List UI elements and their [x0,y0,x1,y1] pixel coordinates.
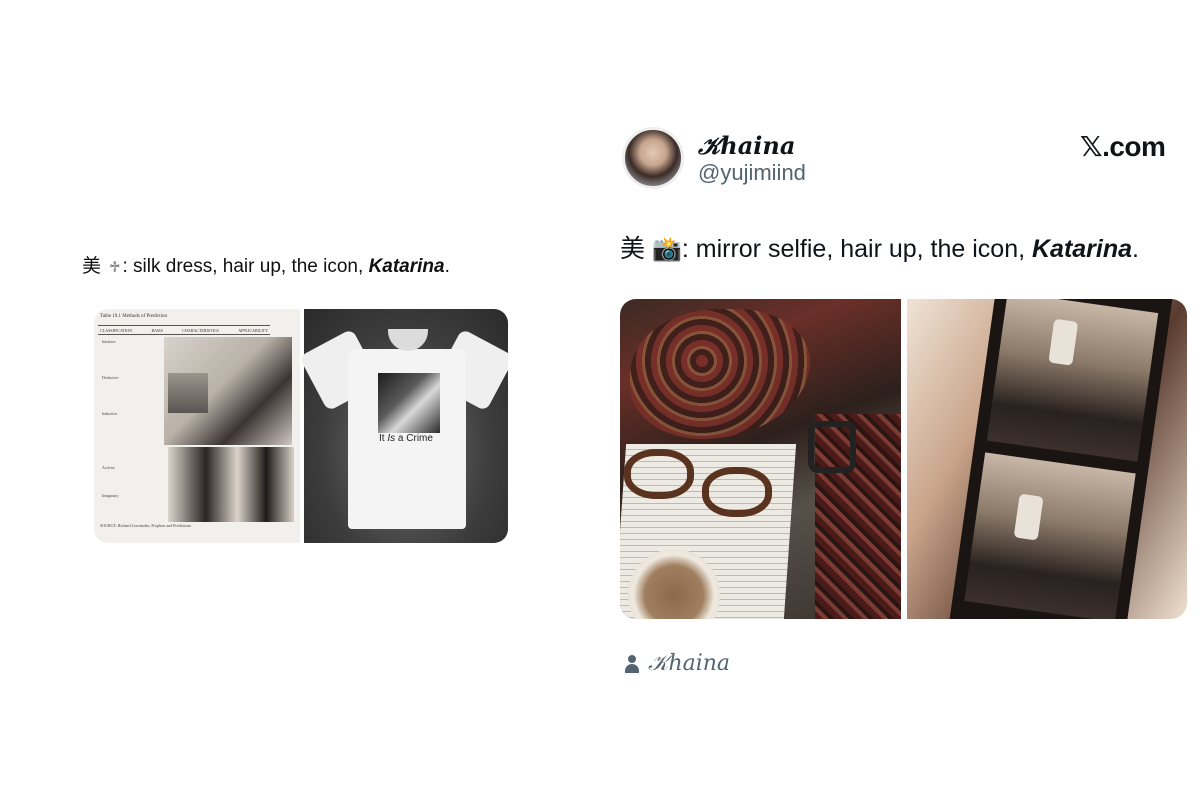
small-photo [168,373,208,413]
camera-emoji-icon: 📸 [651,235,682,263]
doc-header-cell: BASIS [151,327,163,333]
document-image[interactable]: Table 19.1 Methods of Prediction CLASSIF… [94,309,300,543]
phone-shape [1013,493,1044,541]
phone-shape [1048,318,1079,366]
tweet-suffix: . [1132,235,1139,263]
doc-table-title: Table 19.1 Methods of Prediction [100,314,167,319]
film-frame [964,452,1136,619]
doc-header-cell: CLASSIFICATION [100,327,133,333]
doc-row-label: Inductive [102,411,118,416]
avatar[interactable] [622,127,684,189]
doc-row-label: Intuitive [102,339,116,344]
tweet-emphasis: Katarina [1032,235,1133,263]
doc-table-header: CLASSIFICATION BASIS CHARACTERISTICS APP… [98,325,270,335]
hair-clip [808,421,856,473]
shirt-text-after: a Crime [395,433,433,444]
tshirt-image[interactable]: It Is a Crime [298,309,508,543]
film-frame [986,299,1159,462]
glasses-lens-left [624,449,694,499]
cross-symbol-icon: ♱ [109,258,121,276]
film-strip [948,299,1174,619]
shirt-collar [388,329,428,351]
doc-source-note: SOURCE: Richard Lewinsohn, Prophets and … [100,523,192,528]
caption-suffix: . [444,256,450,277]
doc-row-label: Activist [102,465,115,470]
user-icon [624,654,640,673]
doc-row-label: Imaginary [102,493,119,498]
caption-emphasis: Katarina [368,256,445,277]
doc-header-cell: APPLICABILITY [238,327,268,333]
caption-text: : silk dress, hair up, the icon, [122,256,369,277]
left-media-grid[interactable]: Table 19.1 Methods of Prediction CLASSIF… [94,309,508,543]
paisley-scarf [630,309,810,439]
x-brand-logo: 𝕏.com [1080,130,1166,163]
caption-kanji: 美 [82,255,102,277]
shirt-text-italic: Is [387,433,396,444]
doc-header-cell: CHARACTERISTICS [182,327,219,333]
glasses-lens-right [702,467,772,517]
doc-row-label: Deductive [102,375,119,380]
footer-user[interactable]: 𝒦haina [624,651,730,676]
tweet-media-grid[interactable] [620,299,1187,619]
photobooth-strip-photo[interactable] [907,299,1187,619]
footer-user-name: 𝒦haina [648,651,731,676]
shirt-print-text: It Is a Crime [304,433,508,444]
tweet-text: 美 📸: mirror selfie, hair up, the icon, K… [620,232,1139,266]
left-caption: 美 ♱: silk dress, hair up, the icon, Katar… [82,253,450,280]
shirt-print-photo [378,373,440,433]
x-logo-suffix: .com [1102,131,1166,162]
author-handle[interactable]: @yujimiind [698,160,806,186]
display-name-text: 𝒦haina [698,131,796,160]
tweet-kanji: 美 [620,234,646,263]
x-logo-icon: 𝕏 [1080,130,1103,163]
author-display-name[interactable]: 𝒦haina [698,131,795,161]
tweet-body: : mirror selfie, hair up, the icon, [681,235,1032,263]
portrait-photo-bottom [168,447,294,522]
still-life-photo[interactable] [620,299,901,619]
